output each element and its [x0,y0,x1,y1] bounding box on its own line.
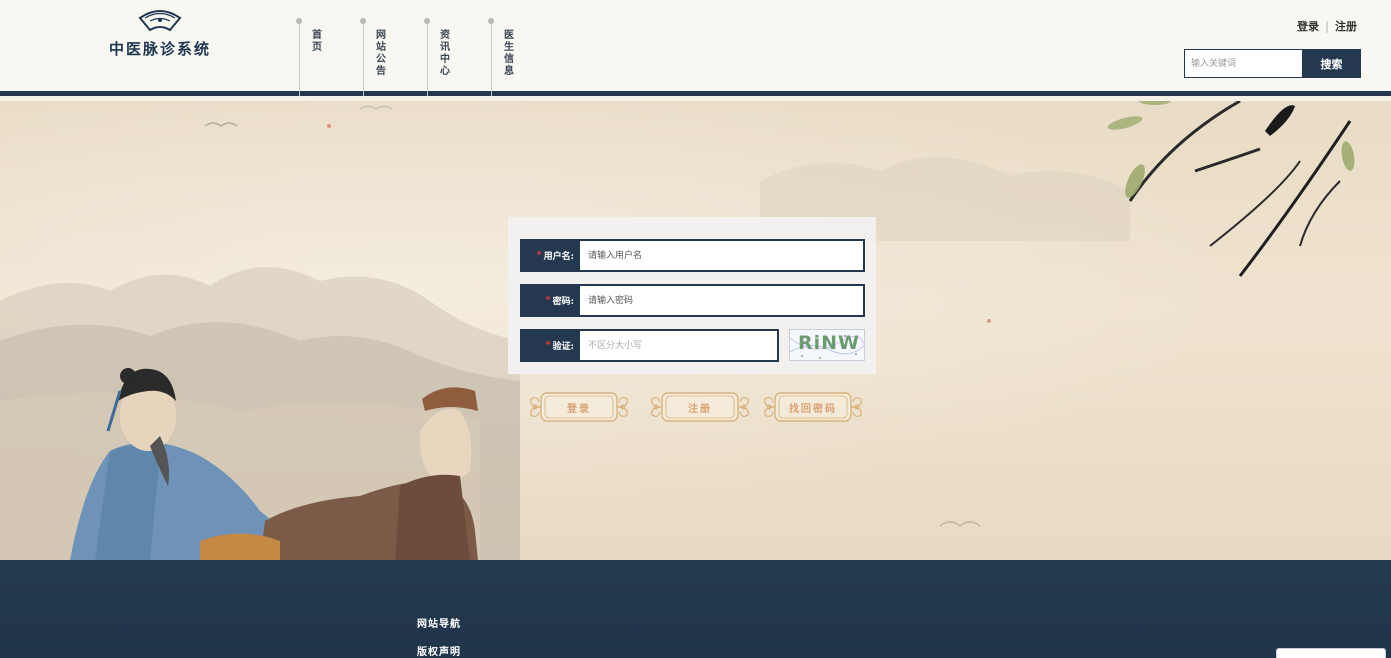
required-mark: * [545,340,551,351]
username-row: * 用户名: [520,239,865,272]
login-button-label: 登录 [567,403,591,415]
nav-item-home[interactable]: 首页 [296,18,329,96]
nav-item-announcements[interactable]: 网站公告 [360,18,393,96]
ime-toolbar[interactable] [1276,648,1386,658]
nav-label: 首页 [312,30,322,53]
header-register-link[interactable]: 注册 [1335,20,1357,33]
site-footer: 网站导航 版权声明 [0,560,1391,658]
username-label: * 用户名: [522,241,580,270]
nav-item-news[interactable]: 资讯中心 [424,18,457,96]
register-button[interactable]: 注册 [648,390,752,424]
username-label-text: 用户名: [543,252,574,262]
site-header: 中医脉诊系统 首页 网站公告 资讯中心 医生信息 登录 | 注册 搜索 [0,0,1391,96]
password-row: * 密码: [520,284,865,317]
nav-item-doctors[interactable]: 医生信息 [488,18,521,96]
site-logo[interactable]: 中医脉诊系统 [100,8,220,68]
recover-button-label: 找回密码 [789,403,837,415]
captcha-text: RiNW [798,332,861,354]
login-panel: *用户名: *密码: *验证: RiNW [508,217,876,374]
footer-link-sitemap[interactable]: 网站导航 [417,615,461,630]
recover-password-button[interactable]: 找回密码 [761,390,865,424]
search-button[interactable]: 搜索 [1302,49,1361,78]
search-input[interactable] [1184,49,1302,78]
captcha-label-text: 验证: [552,342,574,352]
captcha-input[interactable] [582,331,777,360]
password-label-text: 密码: [552,297,574,307]
username-input[interactable] [582,241,863,270]
password-label: * 密码: [522,286,580,315]
required-mark: * [536,250,542,261]
header-login-link[interactable]: 登录 [1297,20,1319,33]
captcha-row: * 验证: [520,329,779,362]
captcha-label: * 验证: [522,331,580,360]
password-input[interactable] [582,286,863,315]
footer-link-copyright[interactable]: 版权声明 [417,643,461,658]
nav-label: 资讯中心 [440,30,450,77]
logo-fan-icon [138,10,182,32]
register-button-label: 注册 [688,403,712,415]
required-mark: * [545,295,551,306]
divider: | [1324,20,1329,33]
nav-label: 医生信息 [504,30,514,77]
nav-label: 网站公告 [376,30,386,77]
captcha-image[interactable]: RiNW [789,329,865,361]
auth-links: 登录 | 注册 [1297,18,1357,34]
site-title: 中医脉诊系统 [108,40,211,58]
login-button[interactable]: 登录 [527,390,631,424]
